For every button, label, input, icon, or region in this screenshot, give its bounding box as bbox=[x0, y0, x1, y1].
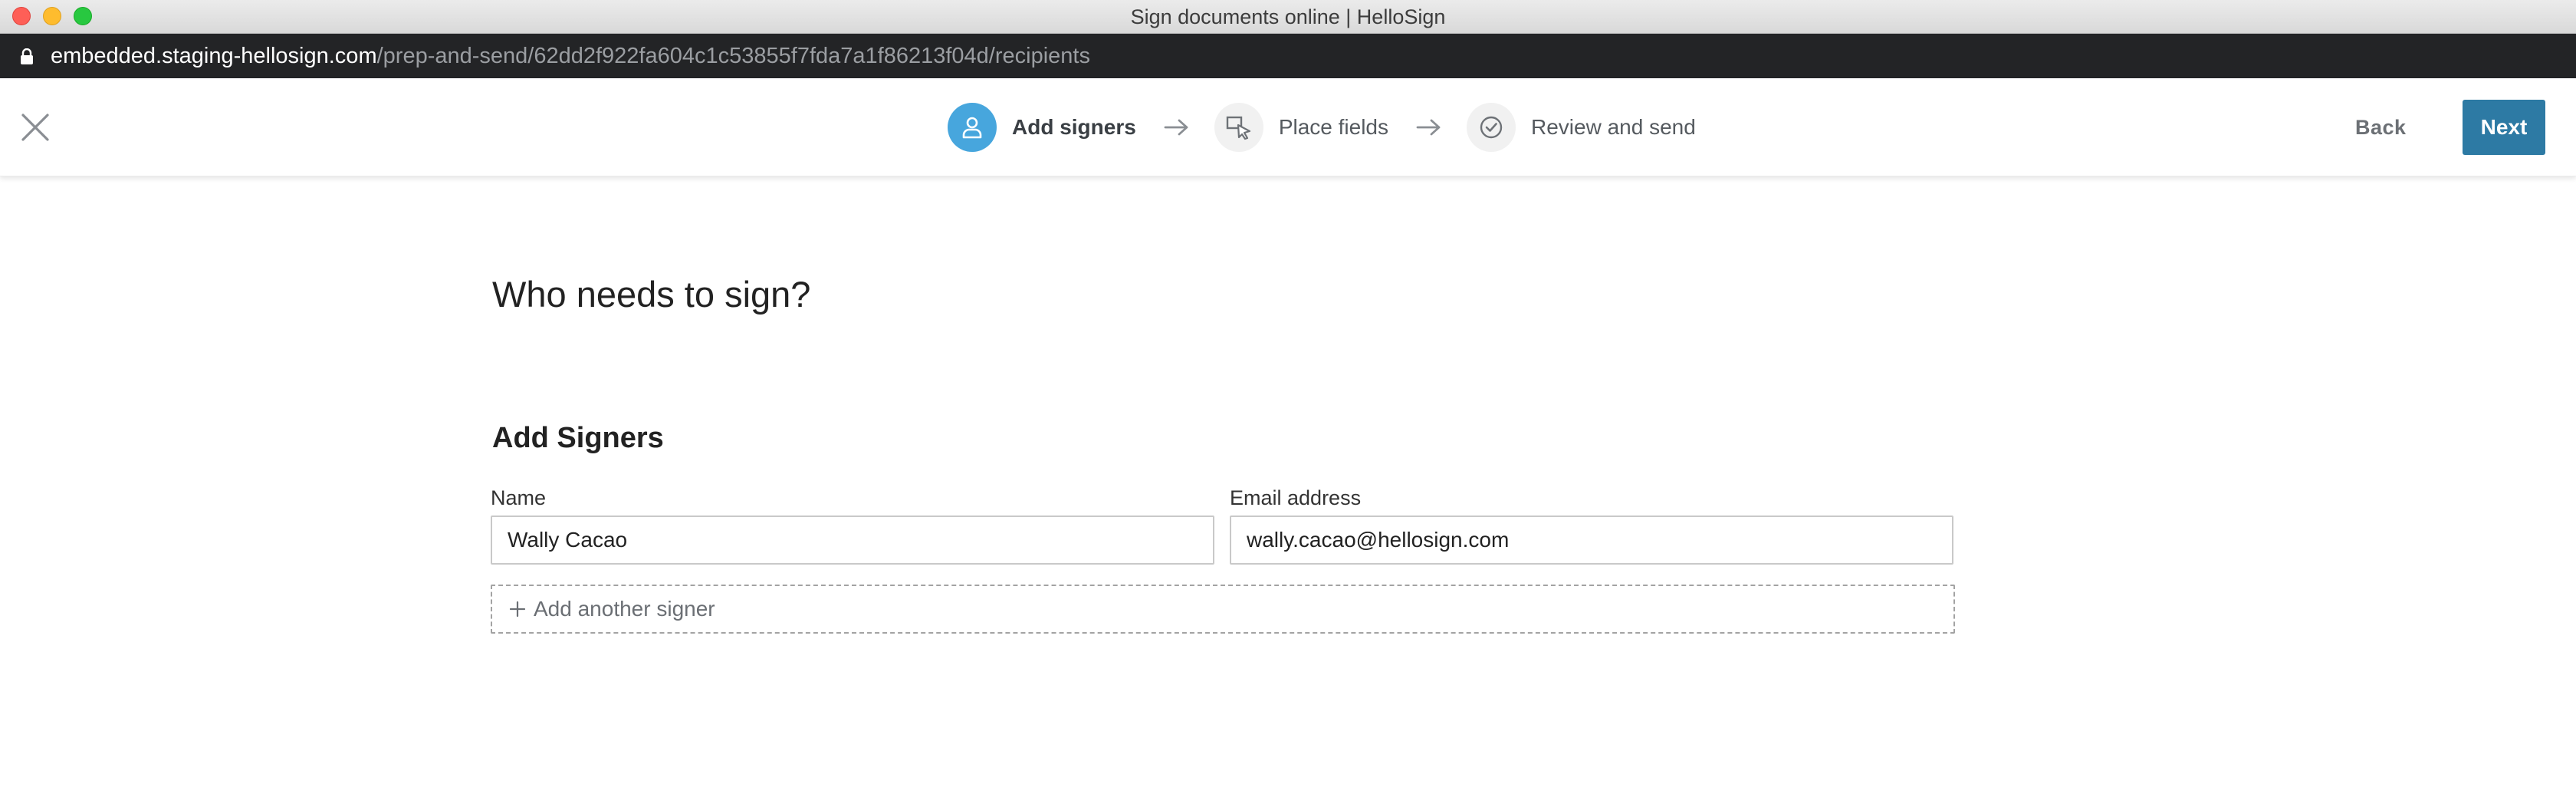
email-input[interactable] bbox=[1230, 515, 1953, 565]
url-path: /prep-and-send/62dd2f922fa604c1c53855f7f… bbox=[376, 44, 1090, 68]
cursor-field-icon bbox=[1226, 116, 1250, 140]
step-circle bbox=[1467, 103, 1516, 152]
next-button[interactable]: Next bbox=[2463, 100, 2545, 155]
email-label: Email address bbox=[1230, 486, 1362, 509]
step-add-signers[interactable]: Add signers bbox=[948, 103, 1136, 152]
step-place-fields[interactable]: Place fields bbox=[1214, 103, 1388, 152]
page-title: Who needs to sign? bbox=[492, 274, 811, 315]
url-host: embedded.staging-hellosign.com bbox=[51, 44, 377, 68]
add-another-signer-button[interactable]: Add another signer bbox=[491, 585, 1955, 634]
person-icon bbox=[962, 117, 982, 139]
url-text[interactable]: embedded.staging-hellosign.com/prep-and-… bbox=[51, 34, 1090, 78]
window-titlebar: Sign documents online | HelloSign bbox=[0, 0, 2576, 34]
address-bar[interactable]: embedded.staging-hellosign.com/prep-and-… bbox=[0, 34, 2576, 78]
step-label: Review and send bbox=[1531, 115, 1696, 139]
progress-steps: Add signers Place fields Review and send bbox=[948, 78, 1696, 176]
name-label: Name bbox=[491, 486, 547, 509]
lock-icon bbox=[21, 48, 33, 64]
close-icon[interactable] bbox=[17, 109, 54, 146]
arrow-right-icon bbox=[1416, 119, 1441, 136]
step-label: Add signers bbox=[1012, 115, 1136, 139]
plus-icon bbox=[509, 601, 526, 618]
step-circle bbox=[948, 103, 997, 152]
step-review-and-send[interactable]: Review and send bbox=[1467, 103, 1696, 152]
window-title: Sign documents online | HelloSign bbox=[1130, 5, 1446, 28]
check-circle-icon bbox=[1480, 116, 1503, 139]
step-label: Place fields bbox=[1278, 115, 1388, 139]
add-signer-label: Add another signer bbox=[534, 597, 715, 621]
back-button[interactable]: Back bbox=[2355, 78, 2407, 176]
step-circle bbox=[1214, 103, 1263, 152]
arrow-right-icon bbox=[1164, 119, 1188, 136]
section-title: Add Signers bbox=[492, 422, 664, 454]
name-input[interactable] bbox=[491, 515, 1214, 565]
app-header: Add signers Place fields Review and send… bbox=[0, 78, 2576, 176]
